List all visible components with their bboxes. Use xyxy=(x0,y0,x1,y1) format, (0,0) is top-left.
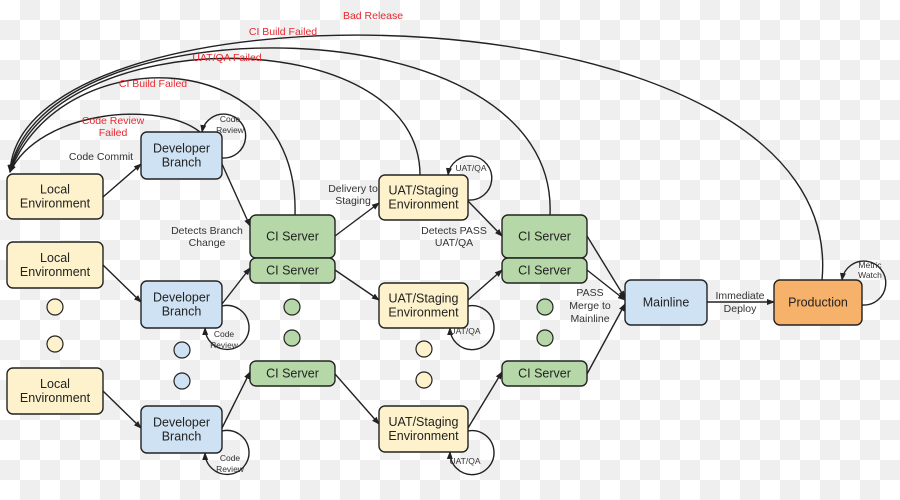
node-production[interactable]: Production xyxy=(773,279,863,326)
node-uat1[interactable]: UAT/StagingEnvironment xyxy=(378,174,469,221)
node-label: Developer xyxy=(153,416,210,430)
node-ci1[interactable]: CI Server xyxy=(249,214,336,259)
detects-branch-change-label: Detects Branch xyxy=(171,225,243,237)
code-review-label: Review xyxy=(216,125,245,135)
code-commit-label: Code Commit xyxy=(69,151,133,163)
uat-qa-label: UAT/QA xyxy=(449,326,480,336)
ci1-to-uat1-arrow xyxy=(334,202,380,237)
metric-watch-label: Metric xyxy=(858,260,882,270)
node-local2[interactable]: LocalEnvironment xyxy=(6,241,104,289)
node-local1[interactable]: LocalEnvironment xyxy=(6,173,104,220)
pass-merge-label: PASS xyxy=(576,287,603,299)
ellipsis-dot xyxy=(283,329,301,347)
local3-to-dev3-arrow xyxy=(102,390,142,429)
node-label: CI Server xyxy=(266,367,319,381)
node-label: Branch xyxy=(162,156,202,170)
ellipsis-dot xyxy=(173,372,191,390)
node-label: Environment xyxy=(388,198,459,212)
pass-merge-label: Merge to xyxy=(569,300,611,312)
node-label: Branch xyxy=(162,305,202,319)
ci-build-failed-label: CI Build Failed xyxy=(119,78,187,90)
node-label: CI Server xyxy=(266,230,319,244)
code-review-label: Code xyxy=(220,114,241,124)
dev1-to-ci1-arrow xyxy=(221,163,251,227)
detects-branch-change-label: Change xyxy=(189,237,226,249)
ellipsis-dot xyxy=(283,298,301,316)
node-label: Environment xyxy=(20,265,91,279)
ellipsis-dot xyxy=(46,298,64,316)
node-label: Environment xyxy=(20,197,91,211)
node-label: Developer xyxy=(153,291,210,305)
node-label: UAT/Staging xyxy=(389,184,459,198)
ellipsis-dot xyxy=(173,341,191,359)
ellipsis-dot xyxy=(536,298,554,316)
node-label: Local xyxy=(40,377,70,391)
node-label: Environment xyxy=(388,306,459,320)
ci-cd-pipeline-diagram: LocalEnvironmentLocalEnvironmentLocalEnv… xyxy=(6,10,887,476)
node-label: Environment xyxy=(388,429,459,443)
node-label: CI Server xyxy=(518,264,571,278)
node-label: UAT/Staging xyxy=(389,415,459,429)
node-label: Environment xyxy=(20,391,91,405)
node-label: Production xyxy=(788,296,848,310)
node-dev1[interactable]: DeveloperBranch xyxy=(140,131,223,180)
node-ci5[interactable]: CI Server xyxy=(501,257,588,284)
node-ci2[interactable]: CI Server xyxy=(249,257,336,284)
code-review-failed-label: Code Review xyxy=(82,115,145,127)
node-label: Mainline xyxy=(643,296,690,310)
dev3-to-ci3-arrow xyxy=(221,371,251,429)
node-label: Developer xyxy=(153,142,210,156)
immediate-deploy-label: Immediate xyxy=(715,290,764,302)
code-review-label: Code xyxy=(214,329,235,339)
node-ci3[interactable]: CI Server xyxy=(249,360,336,387)
node-label: Local xyxy=(40,251,70,265)
ci2-to-uat2-arrow xyxy=(334,269,380,301)
metric-watch-label: Watch xyxy=(858,270,882,280)
ci3-to-uat3-arrow xyxy=(334,373,380,425)
ellipsis-dot xyxy=(415,371,433,389)
node-label: CI Server xyxy=(518,230,571,244)
node-label: Local xyxy=(40,183,70,197)
code-review-label: Review xyxy=(216,464,245,474)
node-label: CI Server xyxy=(518,367,571,381)
node-label: CI Server xyxy=(266,264,319,278)
ellipsis-dot xyxy=(415,340,433,358)
pass-merge-label: Mainline xyxy=(570,313,609,325)
ellipsis-dot xyxy=(536,329,554,347)
node-dev2[interactable]: DeveloperBranch xyxy=(140,280,223,329)
code-review-label: Code xyxy=(220,453,241,463)
local1-to-dev1-arrow xyxy=(102,163,142,198)
node-ci6[interactable]: CI Server xyxy=(501,360,588,387)
local2-to-dev2-arrow xyxy=(102,264,142,303)
detects-pass-label: Detects PASS xyxy=(421,225,487,237)
detects-pass-label: UAT/QA xyxy=(435,237,473,249)
uat-qa-label: UAT/QA xyxy=(455,163,486,173)
node-mainline[interactable]: Mainline xyxy=(624,279,708,326)
bad-release-label: Bad Release xyxy=(343,10,403,22)
node-ci4[interactable]: CI Server xyxy=(501,214,588,259)
dev2-to-ci2-arrow xyxy=(221,267,251,305)
uat-qa-failed-label: UAT/QA Failed xyxy=(192,52,261,64)
node-dev3[interactable]: DeveloperBranch xyxy=(140,405,223,454)
uat-qa-label: UAT/QA xyxy=(449,456,480,466)
delivery-to-staging-label: Delivery to xyxy=(328,183,378,195)
node-uat3[interactable]: UAT/StagingEnvironment xyxy=(378,405,469,453)
ellipsis-dot xyxy=(46,335,64,353)
immediate-deploy-label: Deploy xyxy=(724,303,757,315)
node-label: Branch xyxy=(162,430,202,444)
code-review-failed-label: Failed xyxy=(99,127,128,139)
uat2-to-ci5-arrow xyxy=(467,269,503,301)
node-uat2[interactable]: UAT/StagingEnvironment xyxy=(378,282,469,329)
delivery-to-staging-label: Staging xyxy=(335,195,371,207)
uat3-to-ci6-arrow xyxy=(467,371,503,429)
node-label: UAT/Staging xyxy=(389,292,459,306)
node-local3[interactable]: LocalEnvironment xyxy=(6,367,104,415)
code-review-label: Review xyxy=(210,340,239,350)
ci-build-failed-top-label: CI Build Failed xyxy=(249,26,317,38)
